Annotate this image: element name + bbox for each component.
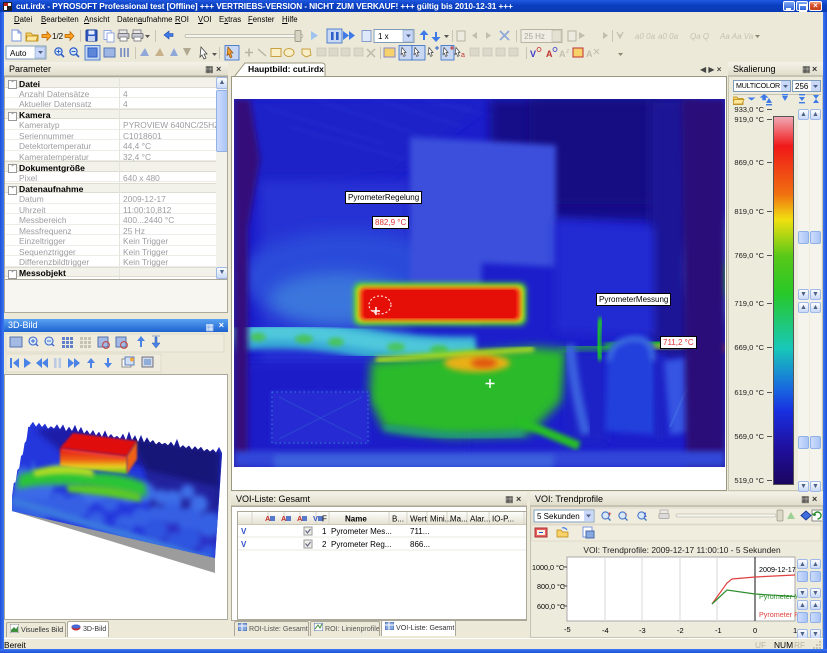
svg-text:Alar...: Alar... xyxy=(470,515,490,524)
svg-text:A: A xyxy=(559,49,566,59)
svg-text:1/2: 1/2 xyxy=(52,32,64,41)
svg-text:5 Sekunden: 5 Sekunden xyxy=(537,512,580,521)
svg-text:0: 0 xyxy=(753,626,757,635)
svg-text:Qa Q: Qa Q xyxy=(690,32,709,41)
svg-text:F: F xyxy=(322,515,327,524)
svg-text:Name: Name xyxy=(345,515,367,524)
svg-text:A: A xyxy=(546,49,553,59)
svg-text:711...: 711... xyxy=(410,527,429,536)
svg-text:IO-P...: IO-P... xyxy=(492,515,514,524)
svg-text:800,0 °C: 800,0 °C xyxy=(537,582,565,591)
svg-text:+: + xyxy=(608,512,612,518)
svg-text:866...: 866... xyxy=(410,540,430,549)
svg-text:V: V xyxy=(530,49,536,59)
svg-text:V: V xyxy=(313,514,318,523)
svg-text:1: 1 xyxy=(322,527,327,536)
svg-text:Auto: Auto xyxy=(10,49,27,58)
svg-text:2: 2 xyxy=(322,540,327,549)
svg-text:V: V xyxy=(241,540,247,549)
svg-text:Pyrometer Mes...: Pyrometer Mes... xyxy=(331,527,392,536)
svg-text:-4: -4 xyxy=(602,626,609,635)
svg-text:Pyrometer R...: Pyrometer R... xyxy=(759,610,799,619)
svg-text:1000,0 °C: 1000,0 °C xyxy=(532,563,564,572)
svg-text:A: A xyxy=(586,49,593,59)
svg-text:a0 0a: a0 0a xyxy=(658,32,679,41)
svg-text:Pyrometer Reg...: Pyrometer Reg... xyxy=(331,540,391,549)
svg-text:Pyrometer M...: Pyrometer M... xyxy=(759,592,799,601)
svg-text:Ma...: Ma... xyxy=(450,515,468,524)
svg-text:Mini...: Mini... xyxy=(430,515,451,524)
svg-text:a: a xyxy=(461,52,465,59)
svg-text:z: z xyxy=(566,48,570,55)
svg-text:25 Hz: 25 Hz xyxy=(524,32,545,41)
svg-text:B...: B... xyxy=(392,515,404,524)
svg-text:-1: -1 xyxy=(715,626,722,635)
svg-text:Wert: Wert xyxy=(410,515,428,524)
svg-text:1 x: 1 x xyxy=(378,32,389,41)
svg-text:2009-12-17: 2009-12-17 xyxy=(759,565,796,574)
svg-text:-3: -3 xyxy=(639,626,646,635)
svg-text:600,0 °C: 600,0 °C xyxy=(537,602,565,611)
svg-text:-: - xyxy=(625,512,627,518)
svg-text:Aa Aa Va: Aa Aa Va xyxy=(719,32,754,41)
svg-text:a0 0a: a0 0a xyxy=(635,32,656,41)
svg-text:V: V xyxy=(241,527,247,536)
svg-text:-5: -5 xyxy=(564,625,571,634)
svg-text:-2: -2 xyxy=(677,626,684,635)
